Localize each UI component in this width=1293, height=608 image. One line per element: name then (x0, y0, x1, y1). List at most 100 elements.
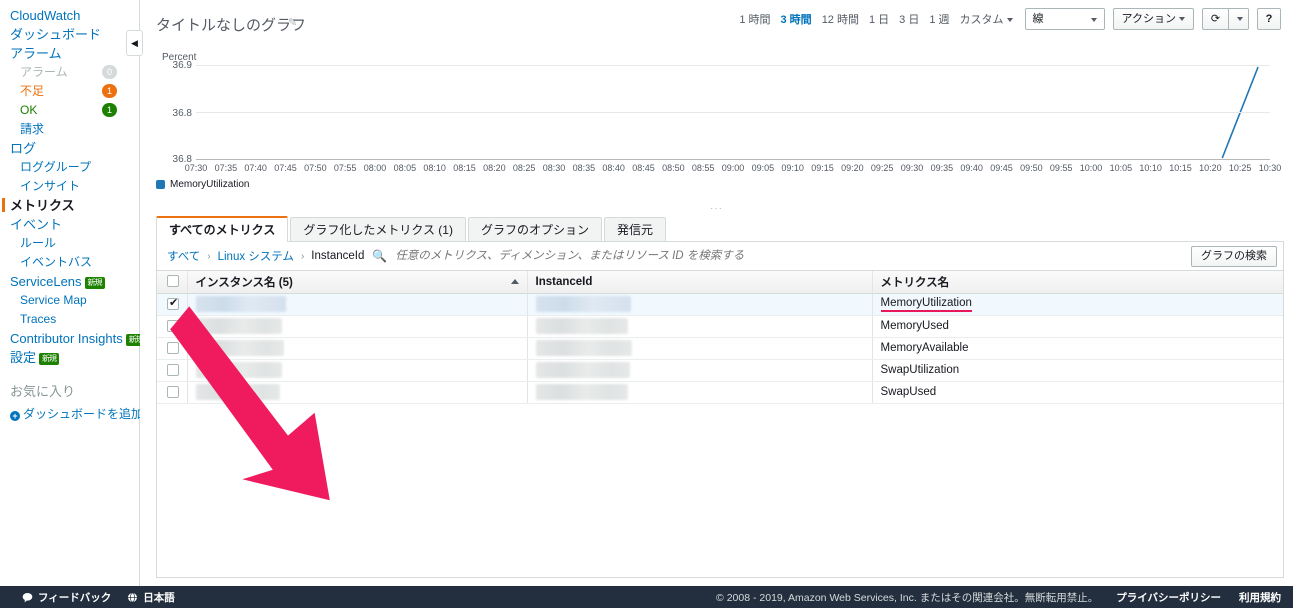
graph-type-select[interactable]: 線 (1024, 8, 1105, 30)
refresh-options-button[interactable] (1229, 8, 1249, 30)
time-range-bar: 1 時間 3 時間 12 時間 1 日3 日1 週 カスタム 線 アクション ⟳ ? (734, 8, 1281, 30)
actions-button[interactable]: アクション (1112, 8, 1194, 30)
metric-chart: Percent 36.9 36.8 36.8 07:30 07:35 07:40 07… (140, 46, 1293, 214)
table-row[interactable]: MemoryUsed (157, 315, 1283, 338)
sidebar-item-label: Traces (20, 312, 57, 326)
footer-right: © 2008 - 2019, Amazon Web Services, Inc.… (716, 590, 1281, 605)
language-link[interactable]: 日本語 (127, 590, 175, 605)
time-range-custom[interactable]: カスタム (955, 9, 1017, 29)
row-checkbox[interactable] (167, 385, 179, 398)
feedback-link[interactable]: フィードバック (22, 590, 111, 605)
sidebar-item-7[interactable]: ログ (0, 139, 139, 158)
sidebar-item-4[interactable]: 不足 1 (0, 82, 139, 101)
redacted-value (535, 296, 631, 312)
time-range-4[interactable]: 3 日 (894, 9, 924, 29)
sidebar-item-0[interactable]: CloudWatch (0, 6, 139, 25)
row-checkbox[interactable] (167, 363, 179, 376)
row-checkbox[interactable] (167, 296, 179, 310)
metric-name-cell[interactable]: SwapUtilization (871, 359, 1283, 382)
search-graph-button[interactable]: グラフの検索 (1191, 246, 1277, 267)
x-axis-tick: 09:15 (811, 163, 834, 173)
table-row[interactable]: MemoryAvailable (157, 337, 1283, 360)
select-all-checkbox[interactable] (167, 275, 179, 288)
sidebar-divider (0, 367, 139, 379)
actions-label: アクション (1121, 13, 1176, 25)
time-range-3[interactable]: 1 日 (864, 9, 894, 29)
sidebar-item-label: ダッシュボード (10, 27, 102, 42)
column-header-instance-id[interactable]: InstanceId (526, 271, 872, 294)
column-header-instance-name[interactable]: インスタンス名 (5) (186, 271, 527, 294)
sidebar-item-9[interactable]: インサイト (0, 177, 139, 196)
breadcrumb-item-0[interactable]: すべて (167, 248, 200, 264)
instance-id-cell (526, 337, 872, 360)
x-axis-tick: 09:40 (960, 163, 983, 173)
metric-name-cell[interactable]: MemoryUtilization (871, 293, 1283, 316)
tab-3[interactable]: 発信元 (604, 217, 667, 242)
sidebar-item-label: ServiceLens (10, 274, 82, 289)
x-axis-tick: 08:45 (632, 163, 655, 173)
sidebar-item-17[interactable]: Contributor Insights 新規 (0, 329, 146, 348)
time-range-0[interactable]: 1 時間 (734, 9, 775, 29)
search-input[interactable] (393, 249, 1234, 263)
instance-name-cell (186, 337, 527, 360)
sidebar-item-18[interactable]: 設定 新規 (0, 348, 139, 367)
copyright-text: © 2008 - 2019, Amazon Web Services, Inc.… (716, 591, 1099, 604)
page-title: タイトルなしのグラフ (156, 17, 307, 34)
instance-name-cell (186, 293, 527, 316)
tab-0[interactable]: すべてのメトリクス (156, 216, 289, 242)
instance-name-cell (186, 381, 527, 404)
privacy-policy-link[interactable]: プライバシーポリシー (1116, 590, 1221, 605)
terms-link[interactable]: 利用規約 (1239, 590, 1281, 605)
x-axis-tick: 09:50 (1020, 163, 1043, 173)
sidebar-item-12[interactable]: ルール (0, 234, 139, 253)
sidebar-item-1[interactable]: ダッシュボード (0, 25, 139, 44)
metric-name-label: MemoryUsed (880, 320, 949, 332)
gridline (196, 65, 1270, 66)
tab-1[interactable]: グラフ化したメトリクス (1) (290, 217, 466, 242)
help-button[interactable]: ? (1257, 8, 1281, 30)
sidebar-item-3[interactable]: アラーム 0 (0, 63, 139, 82)
sidebar-item-5[interactable]: OK 1 (0, 101, 139, 120)
breadcrumb: すべて › Linux システム › InstanceId (167, 248, 364, 264)
sidebar-nav: CloudWatch ダッシュボードアラーム アラーム 0 不足 1 OK 1 請求 ログ ロググル… (0, 6, 146, 367)
sidebar-item-16[interactable]: Traces (0, 310, 139, 329)
breadcrumb-item-1[interactable]: Linux システム (218, 248, 294, 264)
row-checkbox[interactable] (167, 319, 179, 332)
time-range-5[interactable]: 1 週 (924, 9, 954, 29)
metric-name-cell[interactable]: SwapUsed (871, 381, 1283, 404)
x-axis-tick: 09:55 (1049, 163, 1073, 173)
pencil-icon[interactable]: ✎ (288, 16, 297, 29)
metric-name-label: MemoryAvailable (880, 342, 969, 354)
chart-legend[interactable]: MemoryUtilization (156, 179, 249, 190)
metric-name-cell[interactable]: MemoryUsed (871, 315, 1283, 338)
refresh-icon[interactable]: ⟳ (1202, 8, 1229, 30)
x-axis-tick: 10:25 (1228, 163, 1252, 173)
refresh-split-button: ⟳ (1202, 8, 1249, 30)
time-range-1[interactable]: 3 時間 (776, 9, 817, 29)
row-checkbox[interactable] (167, 341, 179, 354)
table-row[interactable]: SwapUtilization (157, 359, 1283, 382)
graph-header: タイトルなしのグラフ ✎ 1 時間 3 時間 12 時間 1 日3 日1 週 カスタム… (140, 0, 1293, 46)
sidebar-item-10[interactable]: メトリクス (0, 196, 139, 215)
sidebar-item-13[interactable]: イベントバス (0, 253, 139, 272)
table-row[interactable]: SwapUsed (157, 381, 1283, 404)
tab-2[interactable]: グラフのオプション (467, 217, 602, 242)
time-range-2[interactable]: 12 時間 (817, 9, 864, 29)
column-header-metric-name[interactable]: メトリクス名 (871, 271, 1283, 294)
sort-ascending-icon (510, 279, 519, 284)
sidebar-item-2[interactable]: アラーム (0, 44, 139, 63)
sidebar-item-label: CloudWatch (10, 8, 81, 23)
table-row[interactable]: MemoryUtilization (157, 293, 1283, 316)
sidebar-item-14[interactable]: ServiceLens 新規 (0, 272, 139, 291)
sidebar-item-6[interactable]: 請求 (0, 120, 139, 139)
chart-resize-handle[interactable]: ··· (140, 203, 1293, 214)
sidebar-item-11[interactable]: イベント (0, 215, 139, 234)
redacted-value (195, 340, 284, 356)
add-dashboard-button[interactable]: + ダッシュボードを追加 (0, 402, 143, 425)
sidebar-collapse-toggle[interactable]: ◀ (126, 30, 143, 56)
metric-name-cell[interactable]: MemoryAvailable (871, 337, 1283, 360)
x-axis-tick: 10:05 (1109, 163, 1133, 173)
sidebar-item-label: イベント (10, 217, 63, 232)
sidebar-item-8[interactable]: ロググループ (0, 158, 139, 177)
sidebar-item-15[interactable]: Service Map (0, 291, 139, 310)
